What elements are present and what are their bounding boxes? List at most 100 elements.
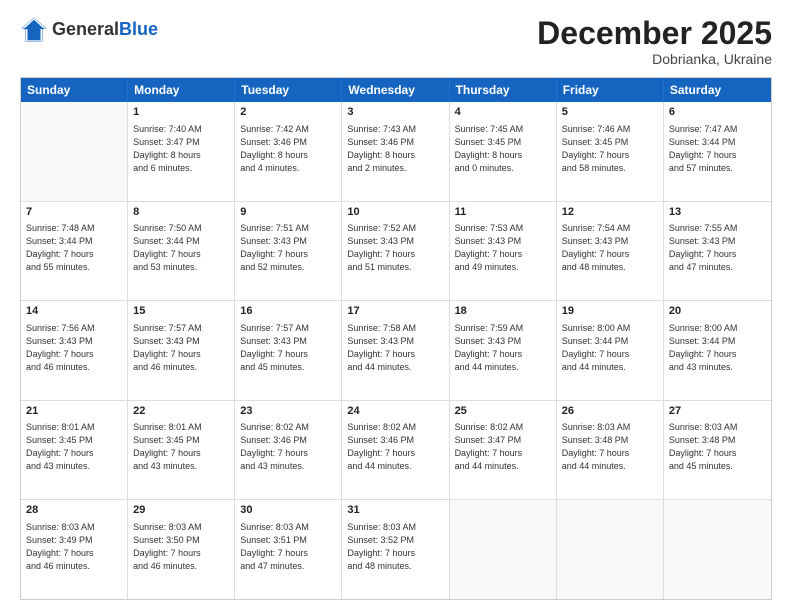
cell-info: Sunrise: 8:03 AMSunset: 3:51 PMDaylight:… [240, 521, 336, 573]
day-number: 18 [455, 304, 551, 319]
cell-info: Sunrise: 8:01 AMSunset: 3:45 PMDaylight:… [26, 421, 122, 473]
cal-header-sunday: Sunday [21, 78, 128, 102]
day-number: 3 [347, 105, 443, 120]
calendar-header: SundayMondayTuesdayWednesdayThursdayFrid… [21, 78, 771, 102]
page: GeneralBlue December 2025 Dobrianka, Ukr… [0, 0, 792, 612]
cal-header-tuesday: Tuesday [235, 78, 342, 102]
cell-info: Sunrise: 7:55 AMSunset: 3:43 PMDaylight:… [669, 222, 766, 274]
cell-info: Sunrise: 8:03 AMSunset: 3:52 PMDaylight:… [347, 521, 443, 573]
cal-cell-w4d4: 24 Sunrise: 8:02 AMSunset: 3:46 PMDayligh… [342, 401, 449, 500]
day-number: 27 [669, 404, 766, 419]
day-number: 22 [133, 404, 229, 419]
cal-cell-w4d1: 21Sunrise: 8:01 AMSunset: 3:45 PMDayligh… [21, 401, 128, 500]
day-number: 4 [455, 105, 551, 120]
cell-info: Sunrise: 7:51 AMSunset: 3:43 PMDaylight:… [240, 222, 336, 274]
cal-cell-w2d5: 11Sunrise: 7:53 AMSunset: 3:43 PMDayligh… [450, 202, 557, 301]
day-number: 9 [240, 205, 336, 220]
cal-cell-w5d5 [450, 500, 557, 599]
cell-info: Sunrise: 8:03 AMSunset: 3:48 PMDaylight:… [669, 421, 766, 473]
cell-info: Sunrise: 8:00 AMSunset: 3:44 PMDaylight:… [669, 322, 766, 374]
cal-cell-w2d2: 8 Sunrise: 7:50 AMSunset: 3:44 PMDaylight… [128, 202, 235, 301]
cell-info: Sunrise: 7:40 AMSunset: 3:47 PMDaylight:… [133, 123, 229, 175]
cal-week-2: 7 Sunrise: 7:48 AMSunset: 3:44 PMDaylight… [21, 202, 771, 302]
cal-cell-w4d2: 22Sunrise: 8:01 AMSunset: 3:45 PMDayligh… [128, 401, 235, 500]
cal-cell-w4d5: 25 Sunrise: 8:02 AMSunset: 3:47 PMDayligh… [450, 401, 557, 500]
cell-info: Sunrise: 8:02 AMSunset: 3:46 PMDaylight:… [240, 421, 336, 473]
cal-header-friday: Friday [557, 78, 664, 102]
day-number: 28 [26, 503, 122, 518]
day-number: 16 [240, 304, 336, 319]
cell-info: Sunrise: 8:00 AMSunset: 3:44 PMDaylight:… [562, 322, 658, 374]
day-number: 20 [669, 304, 766, 319]
title-block: December 2025 Dobrianka, Ukraine [537, 16, 772, 67]
cell-info: Sunrise: 8:02 AMSunset: 3:47 PMDaylight:… [455, 421, 551, 473]
cal-cell-w2d7: 13 Sunrise: 7:55 AMSunset: 3:43 PMDayligh… [664, 202, 771, 301]
cal-cell-w3d2: 15Sunrise: 7:57 AMSunset: 3:43 PMDayligh… [128, 301, 235, 400]
cal-week-3: 14 Sunrise: 7:56 AMSunset: 3:43 PMDayligh… [21, 301, 771, 401]
cal-cell-w3d6: 19 Sunrise: 8:00 AMSunset: 3:44 PMDayligh… [557, 301, 664, 400]
cell-info: Sunrise: 7:54 AMSunset: 3:43 PMDaylight:… [562, 222, 658, 274]
cell-info: Sunrise: 8:02 AMSunset: 3:46 PMDaylight:… [347, 421, 443, 473]
day-number: 1 [133, 105, 229, 120]
day-number: 17 [347, 304, 443, 319]
day-number: 29 [133, 503, 229, 518]
cell-info: Sunrise: 7:52 AMSunset: 3:43 PMDaylight:… [347, 222, 443, 274]
cell-info: Sunrise: 8:03 AMSunset: 3:48 PMDaylight:… [562, 421, 658, 473]
cal-cell-w3d5: 18 Sunrise: 7:59 AMSunset: 3:43 PMDayligh… [450, 301, 557, 400]
cal-cell-w1d3: 2 Sunrise: 7:42 AMSunset: 3:46 PMDaylight… [235, 102, 342, 201]
cal-header-monday: Monday [128, 78, 235, 102]
cal-cell-w1d7: 6Sunrise: 7:47 AMSunset: 3:44 PMDaylight… [664, 102, 771, 201]
logo-text: GeneralBlue [52, 20, 158, 40]
cal-cell-w1d5: 4 Sunrise: 7:45 AMSunset: 3:45 PMDaylight… [450, 102, 557, 201]
cal-cell-w1d2: 1 Sunrise: 7:40 AMSunset: 3:47 PMDaylight… [128, 102, 235, 201]
cell-info: Sunrise: 7:45 AMSunset: 3:45 PMDaylight:… [455, 123, 551, 175]
day-number: 8 [133, 205, 229, 220]
cal-cell-w5d6 [557, 500, 664, 599]
calendar: SundayMondayTuesdayWednesdayThursdayFrid… [20, 77, 772, 600]
day-number: 25 [455, 404, 551, 419]
day-number: 24 [347, 404, 443, 419]
cal-cell-w3d3: 16 Sunrise: 7:57 AMSunset: 3:43 PMDayligh… [235, 301, 342, 400]
calendar-body: 1 Sunrise: 7:40 AMSunset: 3:47 PMDaylight… [21, 102, 771, 599]
cal-cell-w5d7 [664, 500, 771, 599]
cell-info: Sunrise: 7:57 AMSunset: 3:43 PMDaylight:… [240, 322, 336, 374]
cal-cell-w1d4: 3Sunrise: 7:43 AMSunset: 3:46 PMDaylight… [342, 102, 449, 201]
day-number: 13 [669, 205, 766, 220]
cal-cell-w4d6: 26 Sunrise: 8:03 AMSunset: 3:48 PMDayligh… [557, 401, 664, 500]
cell-info: Sunrise: 7:59 AMSunset: 3:43 PMDaylight:… [455, 322, 551, 374]
day-number: 31 [347, 503, 443, 518]
cal-header-wednesday: Wednesday [342, 78, 449, 102]
logo-blue: Blue [119, 20, 158, 40]
cell-info: Sunrise: 8:03 AMSunset: 3:50 PMDaylight:… [133, 521, 229, 573]
cell-info: Sunrise: 7:50 AMSunset: 3:44 PMDaylight:… [133, 222, 229, 274]
day-number: 26 [562, 404, 658, 419]
day-number: 19 [562, 304, 658, 319]
logo-general: General [52, 20, 119, 40]
day-number: 11 [455, 205, 551, 220]
cal-week-5: 28Sunrise: 8:03 AMSunset: 3:49 PMDayligh… [21, 500, 771, 599]
cal-cell-w3d1: 14 Sunrise: 7:56 AMSunset: 3:43 PMDayligh… [21, 301, 128, 400]
day-number: 14 [26, 304, 122, 319]
cell-info: Sunrise: 7:48 AMSunset: 3:44 PMDaylight:… [26, 222, 122, 274]
cal-cell-w5d4: 31 Sunrise: 8:03 AMSunset: 3:52 PMDayligh… [342, 500, 449, 599]
cell-info: Sunrise: 7:47 AMSunset: 3:44 PMDaylight:… [669, 123, 766, 175]
cal-header-thursday: Thursday [450, 78, 557, 102]
cal-week-4: 21Sunrise: 8:01 AMSunset: 3:45 PMDayligh… [21, 401, 771, 501]
logo-icon [20, 16, 48, 44]
cell-info: Sunrise: 7:46 AMSunset: 3:45 PMDaylight:… [562, 123, 658, 175]
cal-cell-w4d7: 27 Sunrise: 8:03 AMSunset: 3:48 PMDayligh… [664, 401, 771, 500]
cal-cell-w1d6: 5Sunrise: 7:46 AMSunset: 3:45 PMDaylight… [557, 102, 664, 201]
day-number: 15 [133, 304, 229, 319]
day-number: 10 [347, 205, 443, 220]
day-number: 2 [240, 105, 336, 120]
cal-week-1: 1 Sunrise: 7:40 AMSunset: 3:47 PMDaylight… [21, 102, 771, 202]
cell-info: Sunrise: 7:42 AMSunset: 3:46 PMDaylight:… [240, 123, 336, 175]
cal-cell-w3d4: 17Sunrise: 7:58 AMSunset: 3:43 PMDayligh… [342, 301, 449, 400]
cal-cell-w2d3: 9 Sunrise: 7:51 AMSunset: 3:43 PMDaylight… [235, 202, 342, 301]
cal-cell-w5d3: 30Sunrise: 8:03 AMSunset: 3:51 PMDayligh… [235, 500, 342, 599]
day-number: 12 [562, 205, 658, 220]
cal-cell-w5d2: 29 Sunrise: 8:03 AMSunset: 3:50 PMDayligh… [128, 500, 235, 599]
cal-cell-w5d1: 28Sunrise: 8:03 AMSunset: 3:49 PMDayligh… [21, 500, 128, 599]
cell-info: Sunrise: 7:56 AMSunset: 3:43 PMDaylight:… [26, 322, 122, 374]
day-number: 7 [26, 205, 122, 220]
